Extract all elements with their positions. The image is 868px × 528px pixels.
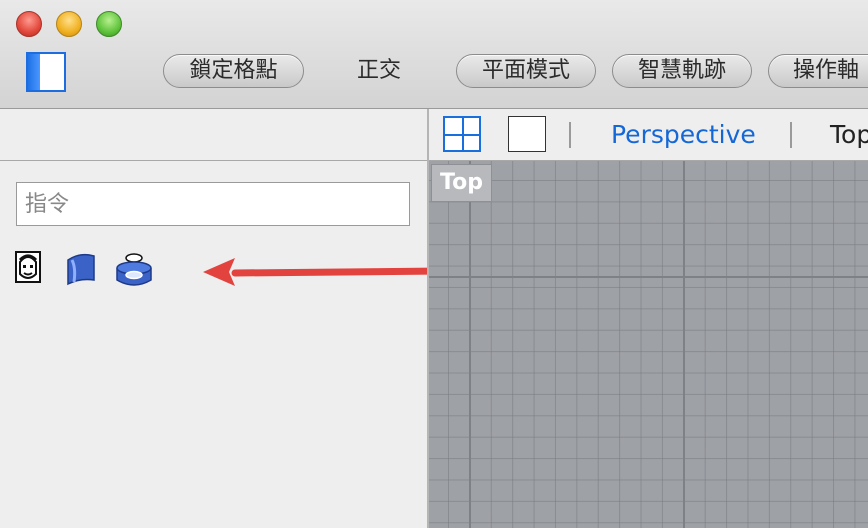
annotation-arrow: [203, 258, 447, 286]
ortho-toggle[interactable]: 正交: [357, 54, 401, 88]
grid-major-line: [429, 276, 868, 278]
surface-icon[interactable]: [62, 248, 102, 288]
face-icon[interactable]: [12, 248, 52, 288]
left-panel-header: [0, 109, 427, 161]
tab-perspective[interactable]: Perspective: [611, 112, 756, 158]
sidebar-toggle-icon[interactable]: [26, 52, 66, 92]
gumball-button[interactable]: 操作軸: [768, 54, 868, 88]
top-viewport[interactable]: [429, 161, 868, 528]
header-divider: [790, 122, 792, 148]
close-window-icon[interactable]: [16, 11, 42, 37]
sidebar-pane-graphic: [28, 54, 40, 90]
command-input[interactable]: [16, 182, 410, 226]
header-divider: [569, 122, 571, 148]
cylinder-hole-icon[interactable]: [114, 248, 154, 288]
single-view-layout-icon[interactable]: [508, 116, 546, 152]
tab-top[interactable]: Top: [830, 112, 868, 158]
window-toolbar: 鎖定格點 正交 平面模式 智慧軌跡 操作軸: [0, 0, 868, 109]
zoom-window-icon[interactable]: [96, 11, 122, 37]
planar-button[interactable]: 平面模式: [456, 54, 596, 88]
minimize-window-icon[interactable]: [56, 11, 82, 37]
grid-major-line: [683, 161, 685, 528]
smarttrack-button[interactable]: 智慧軌跡: [612, 54, 752, 88]
four-view-layout-icon[interactable]: [443, 116, 481, 152]
snap-button[interactable]: 鎖定格點: [163, 54, 304, 88]
viewport-label[interactable]: Top: [431, 164, 492, 202]
grid-major-line: [469, 161, 471, 528]
